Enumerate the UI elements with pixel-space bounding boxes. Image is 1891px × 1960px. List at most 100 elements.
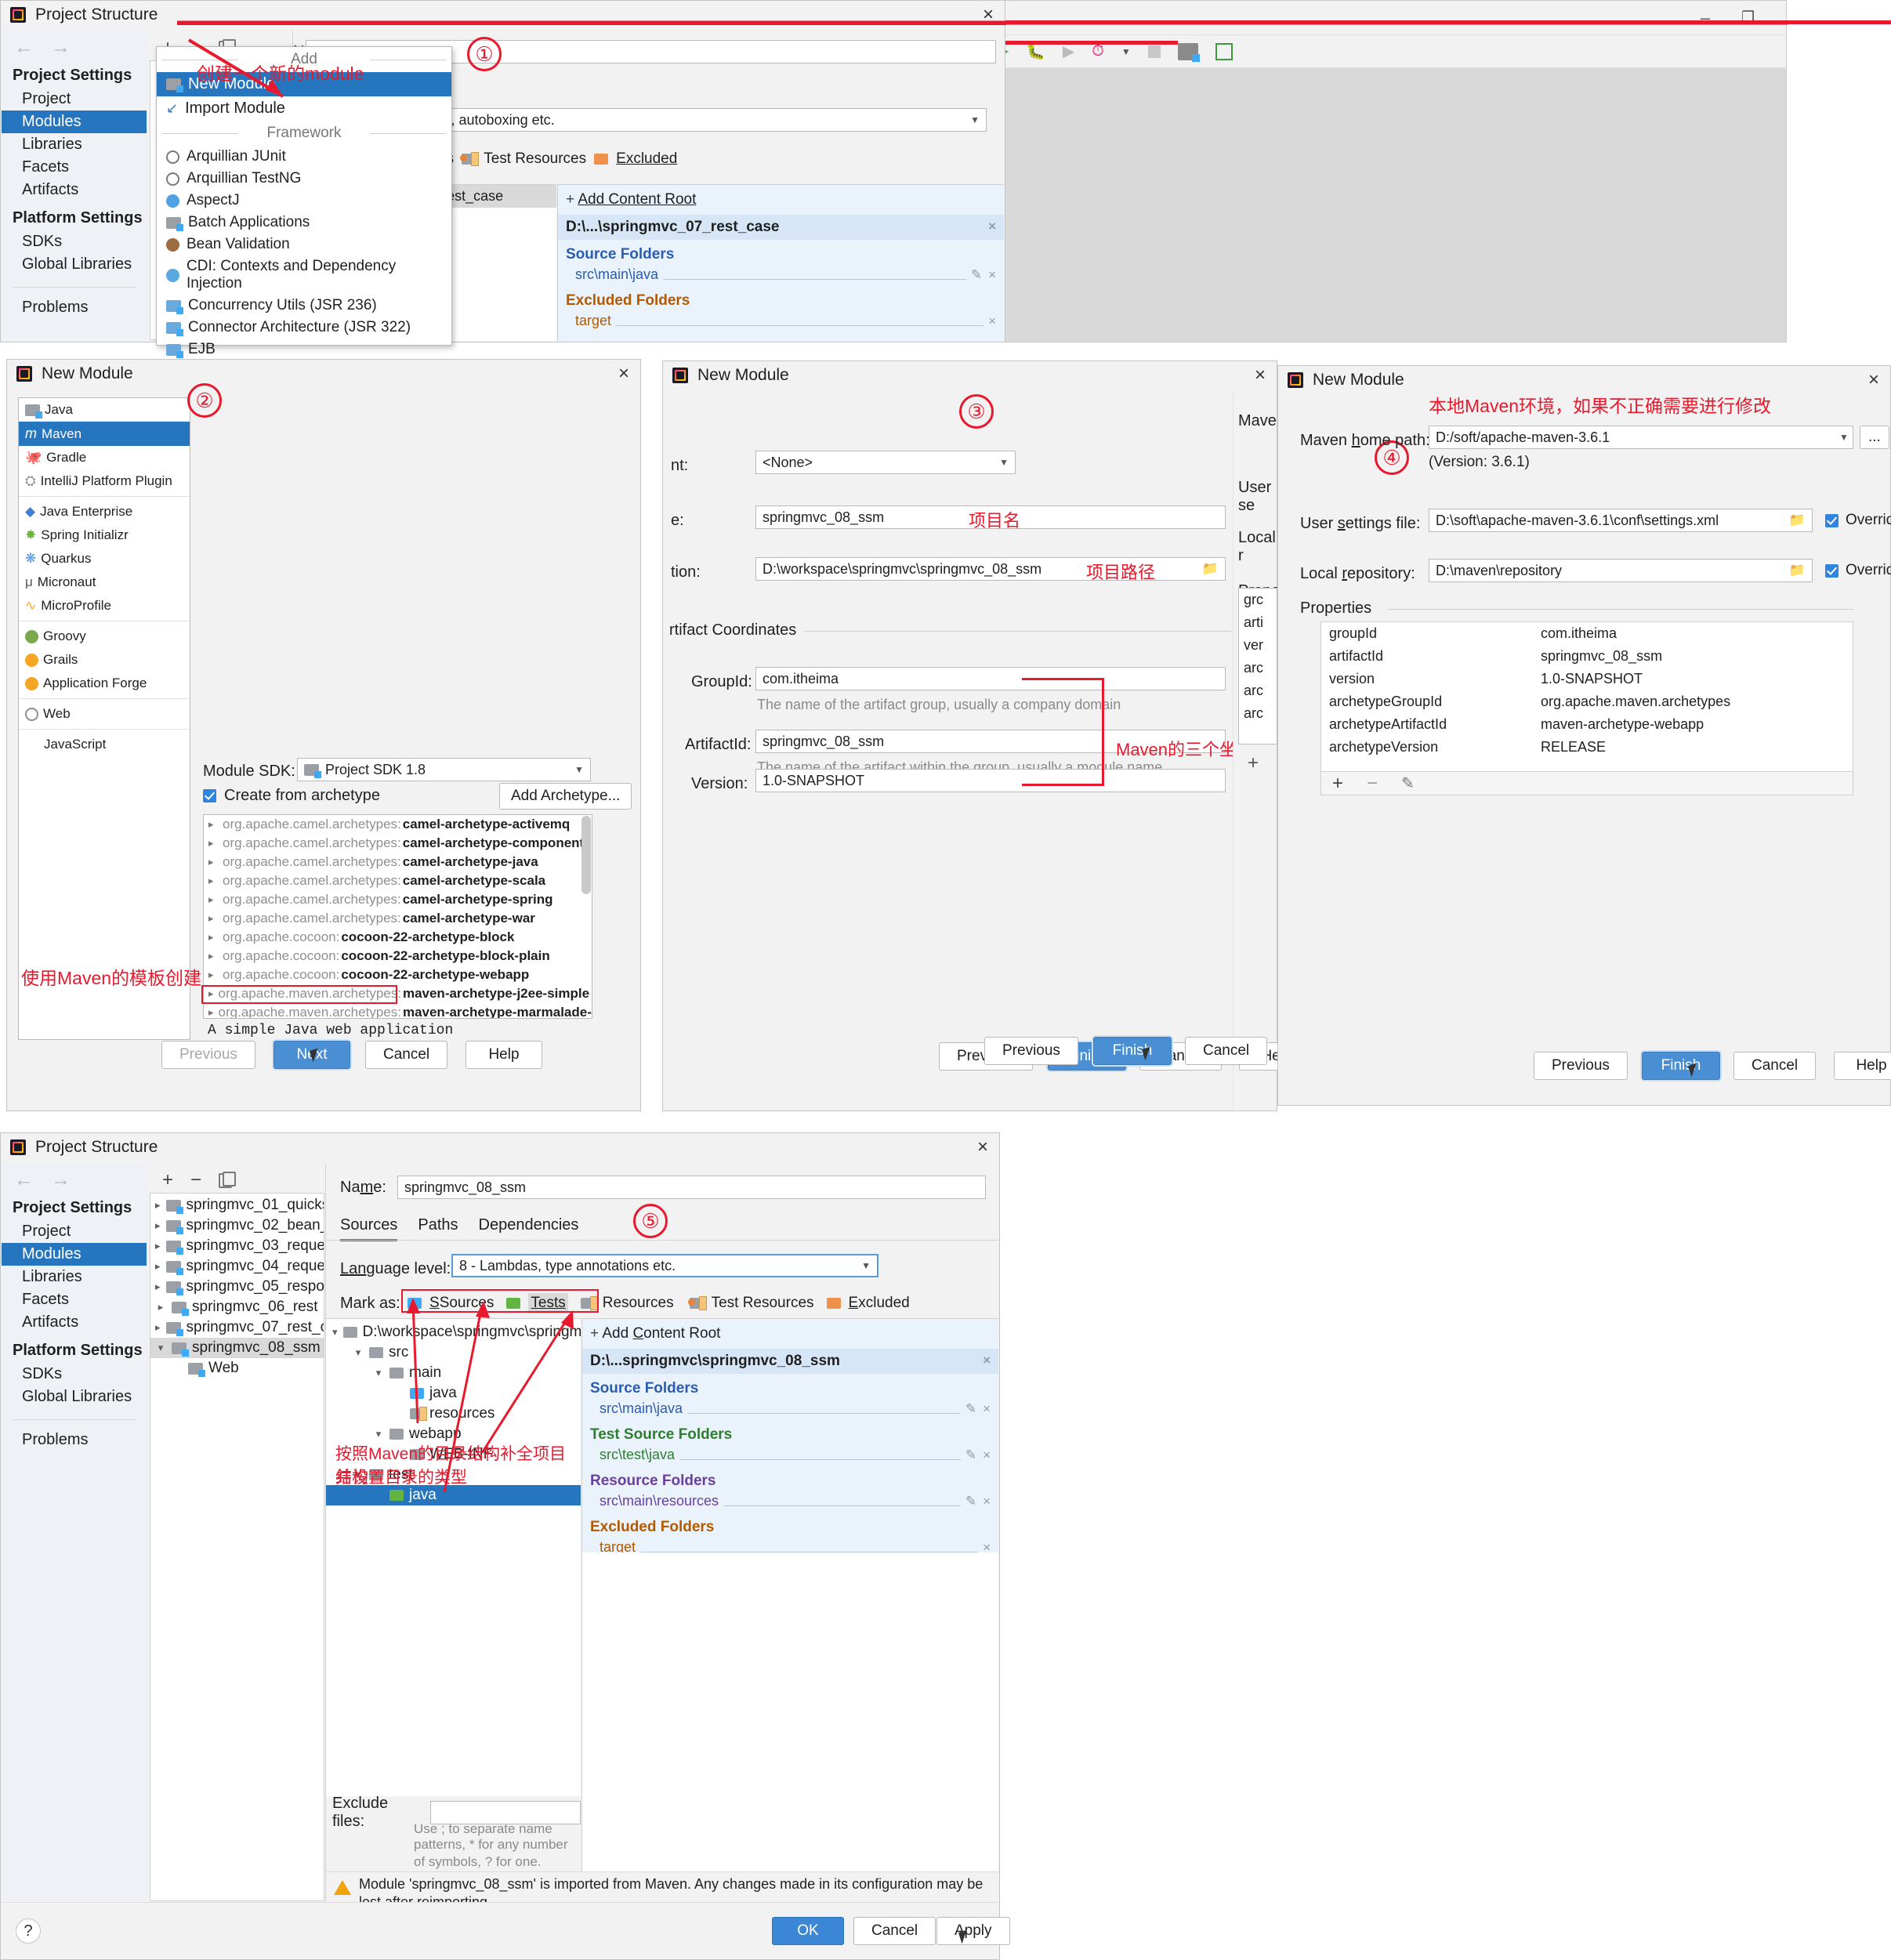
archetype-list-item[interactable]: ▸ org.apache.camel.archetypes: camel-arche… — [204, 853, 592, 871]
chevron-right-icon[interactable]: ▸ — [155, 1260, 161, 1273]
profiler-icon[interactable]: ⏱ — [1092, 42, 1104, 60]
sidebar-item-modules[interactable]: Modules — [2, 1243, 147, 1266]
user-settings-input[interactable]: D:\soft\apache-maven-3.6.1\conf\settings… — [1429, 509, 1813, 532]
parent-combo[interactable]: <None> ▼ — [755, 451, 1016, 474]
previous-button[interactable]: Previous — [1534, 1052, 1628, 1080]
chevron-right-icon[interactable]: ▸ — [208, 856, 218, 868]
module-type-gradle[interactable]: 🐙 Gradle — [19, 446, 190, 469]
property-row[interactable]: version 1.0-SNAPSHOT — [1321, 668, 1853, 690]
project-structure-icon[interactable] — [1177, 42, 1200, 62]
help-button[interactable]: ? — [16, 1918, 41, 1944]
add-archetype-button[interactable]: Add Archetype... — [499, 783, 632, 810]
sidebar-item-global-libraries[interactable]: Global Libraries — [2, 1386, 147, 1408]
maven-home-browse-button[interactable]: ... — [1860, 426, 1889, 449]
close-icon[interactable]: × — [1255, 366, 1266, 385]
cancel-button[interactable]: Cancel — [1185, 1037, 1268, 1065]
ok-button[interactable]: OK — [772, 1917, 844, 1945]
add-property-icon[interactable]: + — [1332, 773, 1343, 795]
sidebar-item-libraries[interactable]: Libraries — [2, 1266, 147, 1288]
help-button[interactable]: Help — [466, 1041, 542, 1069]
property-row[interactable]: archetypeGroupId org.apache.maven.archety… — [1321, 690, 1853, 713]
browse-folder-icon[interactable]: 📁 — [1202, 561, 1219, 577]
module-type-java-enterprise[interactable]: ◆ Java Enterprise — [19, 500, 190, 524]
properties-table[interactable]: groupId com.itheima artifactId springmvc_08… — [1320, 621, 1853, 772]
module-type-quarkus[interactable]: ❋ Quarkus — [19, 547, 190, 571]
finish-button[interactable]: Finish — [1642, 1052, 1720, 1080]
cancel-button[interactable]: Cancel — [853, 1917, 936, 1945]
chevron-right-icon[interactable]: ▸ — [208, 912, 218, 925]
chevron-right-icon[interactable]: ▸ — [208, 1006, 214, 1018]
chevron-right-icon[interactable]: ▸ — [155, 1219, 161, 1232]
previous-button[interactable]: Previous — [984, 1037, 1078, 1065]
archetype-list-item[interactable]: ▸ org.apache.maven.archetypes: maven-arche… — [204, 1003, 592, 1018]
archetype-list-item[interactable]: ▸ org.apache.cocoon: cocoon-22-archetype-w… — [204, 966, 592, 984]
sidebar-item-artifacts[interactable]: Artifacts — [2, 1311, 147, 1334]
remove-property-icon[interactable]: − — [1367, 773, 1378, 795]
finish-button[interactable]: Finish — [1093, 1037, 1172, 1065]
sidebar-item-sdks[interactable]: SDKs — [2, 1363, 147, 1386]
module-sdk-combo[interactable]: Project SDK 1.8 ▼ — [297, 758, 591, 781]
close-icon[interactable]: × — [618, 364, 629, 383]
module-child-item[interactable]: Web — [150, 1358, 324, 1379]
module-type-intellij-platform-plugin[interactable]: ⛭ IntelliJ Platform Plugin — [19, 469, 190, 493]
forward-arrow-icon[interactable]: → — [51, 1168, 71, 1191]
panel5-modules-list[interactable]: ▸ springmvc_01_quickst ▸ springmvc_02_bean_… — [150, 1193, 324, 1901]
module-list-item[interactable]: ▸ springmvc_01_quickst — [150, 1195, 324, 1215]
help-button[interactable]: Help — [1834, 1052, 1891, 1080]
property-row[interactable]: archetypeVersion RELEASE — [1321, 736, 1853, 759]
clipped-add-property-icon[interactable]: + — [1248, 752, 1259, 774]
archetype-list-item[interactable]: ▸ org.apache.camel.archetypes: camel-arche… — [204, 815, 592, 834]
module-type-javascript[interactable]: JavaScript — [19, 733, 190, 756]
chevron-right-icon[interactable]: ▸ — [155, 1240, 161, 1252]
edit-property-icon[interactable]: ✎ — [1401, 773, 1415, 793]
archetype-list-item[interactable]: ▸ org.apache.cocoon: cocoon-22-archetype-b… — [204, 947, 592, 966]
minimize-icon[interactable]: – — [1701, 8, 1710, 28]
local-repository-input[interactable]: D:\maven\repository 📁 — [1429, 559, 1813, 582]
module-list-item[interactable]: ▸ springmvc_05_respon — [150, 1277, 324, 1297]
module-type-groovy[interactable]: Groovy — [19, 625, 190, 648]
chevron-down-icon[interactable]: ▾ — [155, 1342, 166, 1354]
module-list-item[interactable]: ▸ springmvc_03_reques — [150, 1236, 324, 1256]
property-row[interactable]: artifactId springmvc_08_ssm — [1321, 645, 1853, 668]
create-from-archetype-checkbox[interactable] — [203, 789, 216, 802]
module-list-item[interactable]: ▸ springmvc_04_reques — [150, 1256, 324, 1277]
chevron-right-icon[interactable]: ▸ — [208, 931, 218, 944]
sidebar-item-problems[interactable]: Problems — [2, 1420, 147, 1451]
sidebar-item-project[interactable]: Project — [2, 1220, 147, 1243]
chevron-right-icon[interactable]: ▸ — [155, 1301, 166, 1313]
chevron-right-icon[interactable]: ▸ — [208, 969, 218, 981]
module-type-spring-initializr[interactable]: ✸ Spring Initializr — [19, 524, 190, 547]
module-list-item[interactable]: ▸ springmvc_07_rest_ca — [150, 1317, 324, 1338]
groupid-input[interactable]: com.itheima — [755, 667, 1226, 690]
module-type-java[interactable]: Java — [19, 398, 190, 422]
property-row[interactable]: archetypeArtifactId maven-archetype-webap… — [1321, 713, 1853, 736]
chevron-right-icon[interactable]: ▸ — [208, 893, 218, 906]
back-arrow-icon[interactable]: ← — [14, 1168, 34, 1191]
copy-module-icon[interactable] — [219, 1171, 237, 1188]
archetype-list-item[interactable]: ▸ org.apache.camel.archetypes: camel-arche… — [204, 909, 592, 928]
version-input[interactable]: 1.0-SNAPSHOT — [755, 769, 1226, 792]
module-type-grails[interactable]: Grails — [19, 648, 190, 672]
archetype-list-item[interactable]: ▸ org.apache.camel.archetypes: camel-arche… — [204, 871, 592, 890]
property-row[interactable]: groupId com.itheima — [1321, 622, 1853, 645]
stop-icon[interactable] — [1147, 45, 1161, 58]
browse-folder-icon[interactable]: 📁 — [1789, 513, 1806, 528]
close-icon[interactable]: × — [1868, 371, 1879, 389]
maven-home-dropdown-icon[interactable]: ▼ — [1835, 426, 1853, 449]
chevron-right-icon[interactable]: ▸ — [155, 1321, 161, 1334]
module-type-micronaut[interactable]: μ Micronaut — [19, 571, 190, 594]
remove-module-icon[interactable] — [190, 1169, 201, 1191]
user-settings-override-checkbox[interactable] — [1825, 513, 1838, 527]
maven-home-input[interactable]: D:/soft/apache-maven-3.6.1 — [1429, 426, 1853, 449]
module-type-microprofile[interactable]: ∿ MicroProfile — [19, 594, 190, 618]
module-type-maven[interactable]: m Maven — [19, 422, 190, 446]
archetype-list-item[interactable]: ▸ org.apache.cocoon: cocoon-22-archetype-b… — [204, 928, 592, 947]
local-repository-override-checkbox[interactable] — [1825, 563, 1838, 578]
chevron-right-icon[interactable]: ▸ — [208, 950, 218, 962]
chevron-right-icon[interactable]: ▸ — [208, 837, 218, 850]
apply-button[interactable]: Apply — [936, 1917, 1010, 1945]
cancel-button[interactable]: Cancel — [365, 1041, 448, 1069]
chevron-right-icon[interactable]: ▸ — [155, 1281, 161, 1293]
module-type-web[interactable]: Web — [19, 702, 190, 726]
cancel-button[interactable]: Cancel — [1733, 1052, 1817, 1080]
